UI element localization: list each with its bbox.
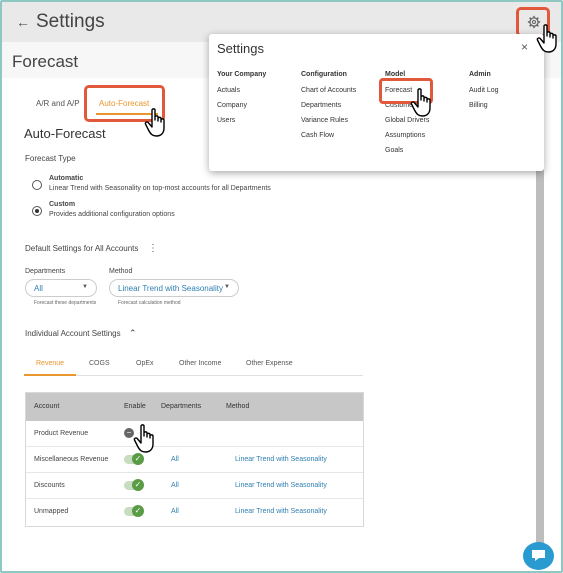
method-link[interactable]: Linear Trend with Seasonality	[235, 482, 327, 489]
method-link[interactable]: Linear Trend with Seasonality	[235, 508, 327, 515]
chevron-down-icon: ▼	[82, 284, 88, 290]
column-header-account: Account	[34, 403, 60, 410]
column-header-enable: Enable	[124, 403, 146, 410]
hand-cursor-icon	[144, 108, 165, 137]
option-custom-title: Custom	[49, 201, 76, 208]
menu-item-chart-of-accounts[interactable]: Chart of Accounts	[301, 87, 356, 94]
topbar-title: Settings	[36, 11, 105, 32]
account-name: Miscellaneous Revenue	[34, 456, 109, 463]
settings-popup: Settings × Your Company Actuals Company …	[209, 34, 544, 171]
chevron-down-icon: ▼	[224, 284, 230, 290]
individual-settings-label: Individual Account Settings	[25, 329, 121, 338]
column-header-model: Model	[385, 71, 406, 78]
more-options-icon[interactable]: ⋮	[148, 243, 158, 254]
subtab-revenue[interactable]: Revenue	[36, 360, 64, 367]
app-window: ← Settings Forecast A/R and A/P Auto-For…	[0, 0, 563, 573]
account-name: Discounts	[34, 482, 65, 489]
option-automatic-desc: Linear Trend with Seasonality on top-mos…	[49, 185, 271, 192]
hand-cursor-icon	[536, 24, 557, 53]
method-select[interactable]: Linear Trend with Seasonality ▼	[109, 279, 239, 297]
departments-link[interactable]: All	[171, 508, 179, 515]
table-row: Product Revenue −	[26, 421, 363, 447]
option-custom-desc: Provides additional configuration option…	[49, 211, 175, 218]
table-row: Discounts ✓ All Linear Trend with Season…	[26, 473, 363, 499]
chat-bubble-icon	[532, 550, 545, 561]
close-icon[interactable]: ×	[521, 40, 528, 54]
account-name: Unmapped	[34, 508, 69, 515]
subtab-other-income[interactable]: Other Income	[179, 360, 221, 367]
column-header-your-company: Your Company	[217, 71, 267, 78]
menu-item-users[interactable]: Users	[217, 117, 235, 124]
menu-item-global-drivers[interactable]: Global Drivers	[385, 117, 429, 124]
menu-item-audit-log[interactable]: Audit Log	[469, 87, 499, 94]
menu-item-assumptions[interactable]: Assumptions	[385, 132, 425, 139]
hand-cursor-icon	[133, 424, 154, 453]
subtab-active-underline	[24, 374, 76, 376]
menu-item-goals[interactable]: Goals	[385, 147, 403, 154]
section-heading: Auto-Forecast	[24, 126, 106, 141]
menu-item-cash-flow[interactable]: Cash Flow	[301, 132, 334, 139]
check-icon: ✓	[132, 453, 144, 465]
enable-toggle[interactable]: ✓	[124, 479, 144, 491]
departments-link[interactable]: All	[171, 456, 179, 463]
departments-label: Departments	[25, 268, 66, 275]
method-value: Linear Trend with Seasonality	[118, 284, 223, 293]
enable-toggle[interactable]: ✓	[124, 505, 144, 517]
column-header-configuration: Configuration	[301, 71, 347, 78]
back-arrow-icon[interactable]: ←	[16, 14, 30, 30]
subtab-cogs[interactable]: COGS	[89, 360, 110, 367]
chat-button[interactable]	[523, 542, 554, 570]
table-header: Account Enable Departments Method	[26, 393, 363, 421]
tab-auto-forecast[interactable]: Auto-Forecast	[99, 99, 149, 108]
menu-item-forecast[interactable]: Forecast	[385, 87, 412, 94]
hand-cursor-icon	[410, 88, 431, 117]
departments-select[interactable]: All ▼	[25, 279, 97, 297]
check-icon: ✓	[132, 505, 144, 517]
menu-item-actuals[interactable]: Actuals	[217, 87, 240, 94]
menu-item-company[interactable]: Company	[217, 102, 247, 109]
radio-custom[interactable]	[32, 206, 42, 216]
column-header-departments: Departments	[161, 403, 202, 410]
method-label: Method	[109, 268, 133, 275]
default-settings-label: Default Settings for All Accounts	[25, 244, 139, 253]
subtab-other-expense[interactable]: Other Expense	[246, 360, 293, 367]
check-icon: ✓	[132, 479, 144, 491]
forecast-type-label: Forecast Type	[25, 154, 76, 163]
menu-item-billing[interactable]: Billing	[469, 102, 488, 109]
menu-item-variance-rules[interactable]: Variance Rules	[301, 117, 348, 124]
menu-item-departments[interactable]: Departments	[301, 102, 341, 109]
table-row: Unmapped ✓ All Linear Trend with Seasona…	[26, 499, 363, 525]
table-row: Miscellaneous Revenue ✓ All Linear Trend…	[26, 447, 363, 473]
account-name: Product Revenue	[34, 430, 89, 437]
subtab-opex[interactable]: OpEx	[136, 360, 154, 367]
departments-hint: Forecast these departments	[34, 300, 97, 306]
popup-title: Settings	[217, 41, 264, 56]
option-automatic-title: Automatic	[49, 175, 84, 182]
departments-link[interactable]: All	[171, 482, 179, 489]
enable-toggle[interactable]: ✓	[124, 453, 144, 465]
accounts-table: Account Enable Departments Method Produc…	[25, 392, 364, 527]
tab-ar-ap[interactable]: A/R and A/P	[36, 99, 80, 108]
chevron-up-icon[interactable]: ⌃	[129, 328, 137, 339]
method-hint: Forecast calculation method	[118, 300, 181, 306]
radio-automatic[interactable]	[32, 180, 42, 190]
method-link[interactable]: Linear Trend with Seasonality	[235, 456, 327, 463]
column-header-method: Method	[226, 403, 250, 410]
column-header-admin: Admin	[469, 71, 491, 78]
page-title: Forecast	[12, 52, 79, 71]
departments-value: All	[34, 284, 43, 293]
